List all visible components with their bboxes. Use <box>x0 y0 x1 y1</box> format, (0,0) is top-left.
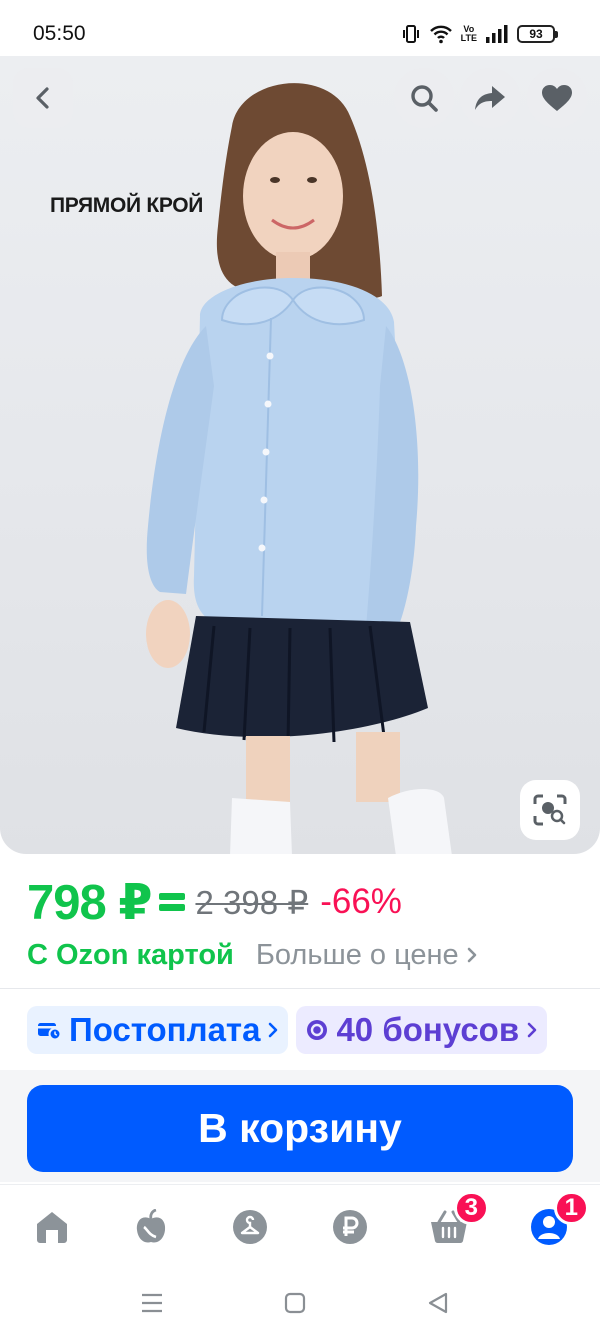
bonus-chip[interactable]: 40 бонусов <box>296 1006 548 1054</box>
chevron-right-icon <box>527 1022 537 1038</box>
bottom-nav: 3 1 <box>0 1184 600 1270</box>
back-button[interactable] <box>13 68 73 128</box>
profile-badge: 1 <box>553 1191 589 1225</box>
ozon-card-label: С Ozon картой <box>27 938 234 971</box>
card-clock-icon <box>38 1023 61 1040</box>
triangle-back-icon <box>428 1292 448 1314</box>
image-caption: ПРЯМОЙ КРОЙ <box>50 194 204 217</box>
cart-badge: 3 <box>453 1191 489 1225</box>
menu-icon <box>142 1293 162 1313</box>
heart-icon <box>542 85 572 111</box>
status-bar: 05:50 Vo LTE 93 <box>0 0 600 56</box>
equals-icon <box>159 893 186 911</box>
share-icon <box>475 86 505 110</box>
back-icon <box>36 87 49 109</box>
card-price-line: С Ozon картой Больше о цене <box>27 933 477 977</box>
status-time: 05:50 <box>33 22 86 45</box>
system-back-button[interactable] <box>427 1292 449 1314</box>
nav-home[interactable] <box>32 1207 72 1247</box>
battery-icon: 93 <box>517 25 558 43</box>
share-button[interactable] <box>460 68 520 128</box>
current-price: 798 ₽ <box>27 875 152 930</box>
vibrate-icon <box>402 25 419 43</box>
volte-bottom: LTE <box>460 33 477 43</box>
favorite-button[interactable] <box>527 68 587 128</box>
search-button[interactable] <box>394 68 454 128</box>
visual-search-button[interactable] <box>520 780 580 840</box>
visual-search-icon <box>533 794 567 826</box>
nav-cart[interactable]: 3 <box>429 1191 489 1247</box>
nav-fresh[interactable] <box>131 1207 171 1247</box>
product-image[interactable]: ПРЯМОЙ КРОЙ <box>0 56 600 854</box>
postpay-chip[interactable]: Постоплата <box>27 1006 289 1054</box>
catalog-icon <box>233 1210 267 1244</box>
system-nav-bar <box>0 1270 600 1339</box>
discount-badge: -66% <box>320 882 402 921</box>
add-to-cart-button[interactable]: В корзину <box>27 1085 573 1172</box>
nav-finance[interactable] <box>330 1207 370 1247</box>
nav-profile[interactable]: 1 <box>529 1191 589 1247</box>
divider <box>0 988 600 989</box>
price-row[interactable]: 798 ₽ 2 398 ₽ -66% <box>27 874 402 930</box>
signal-icon <box>486 25 508 43</box>
promo-chips: Постоплата 40 бонусов <box>27 1006 548 1054</box>
old-price: 2 398 ₽ <box>195 883 309 921</box>
volte-icon: Vo LTE <box>461 25 477 43</box>
bonus-coin-icon <box>307 1020 328 1040</box>
wifi-icon <box>429 25 452 44</box>
home-icon <box>37 1212 67 1243</box>
fresh-icon <box>136 1209 166 1243</box>
finance-icon <box>333 1210 367 1244</box>
home-system-button[interactable] <box>284 1292 306 1314</box>
chevron-right-icon <box>269 1022 278 1038</box>
square-icon <box>284 1292 306 1314</box>
search-icon <box>411 85 438 112</box>
nav-catalog[interactable] <box>230 1207 270 1247</box>
bonus-label: 40 бонусов <box>336 1011 520 1048</box>
status-icons: Vo LTE 93 <box>401 22 558 46</box>
more-about-price-label: Больше о цене <box>255 938 459 971</box>
more-about-price-link[interactable]: Больше о цене <box>256 939 477 972</box>
chevron-right-icon <box>467 947 476 963</box>
recent-apps-button[interactable] <box>140 1292 164 1314</box>
product-photo <box>146 83 452 854</box>
postpay-label: Постоплата <box>69 1011 261 1048</box>
